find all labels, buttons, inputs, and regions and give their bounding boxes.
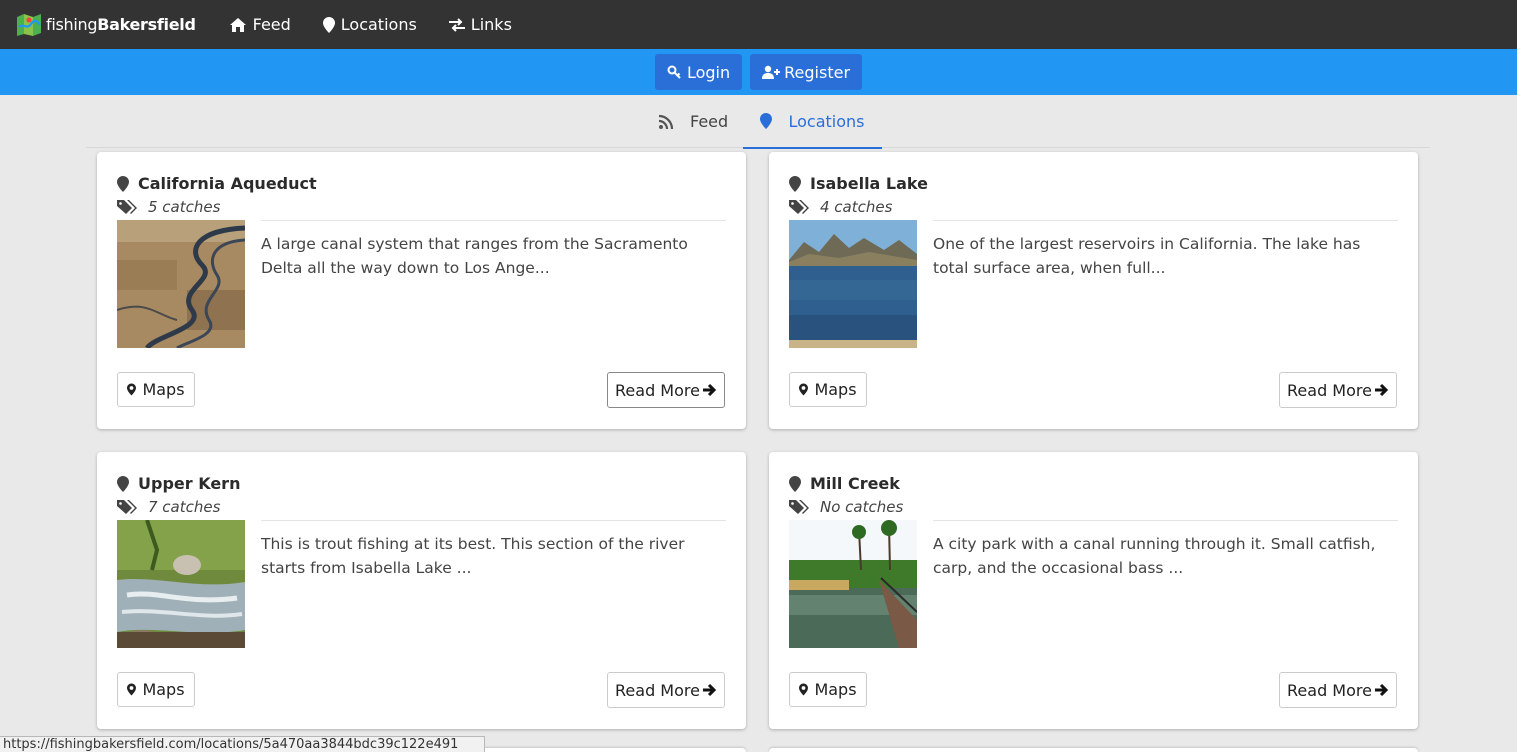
read-more-button[interactable]: Read More — [1279, 672, 1397, 708]
map-marker-icon — [789, 175, 801, 192]
location-title-text: Upper Kern — [138, 474, 241, 493]
map-marker-icon — [117, 175, 129, 192]
lake-photo — [789, 220, 917, 348]
card-divider — [933, 520, 1398, 521]
location-description: One of the largest reservoirs in Califor… — [933, 235, 1361, 277]
maps-button[interactable]: Maps — [117, 372, 195, 407]
catches-count: 7 catches — [117, 498, 220, 516]
location-thumbnail[interactable] — [789, 220, 917, 348]
map-marker-icon — [789, 475, 801, 492]
nav-links-label: Links — [470, 15, 512, 34]
location-title[interactable]: Mill Creek — [789, 474, 900, 493]
card-divider — [261, 520, 726, 521]
nav-locations-label: Locations — [340, 15, 417, 34]
next-card-edge — [769, 748, 1418, 752]
read-more-label: Read More — [1287, 380, 1372, 400]
map-marker-icon — [127, 383, 137, 396]
read-more-label: Read More — [615, 380, 700, 400]
tags-icon — [789, 500, 809, 514]
card-divider — [933, 220, 1398, 221]
read-more-label: Read More — [1287, 680, 1372, 700]
map-marker-icon — [799, 383, 809, 396]
tags-icon — [117, 500, 137, 514]
catches-text: 5 catches — [148, 198, 221, 216]
tab-locations[interactable]: Locations — [743, 95, 882, 149]
view-tabs: Feed Locations — [86, 95, 1430, 149]
maps-label: Maps — [142, 680, 185, 699]
top-navbar: fishing Bakersfield Feed Locations Links — [0, 0, 1517, 49]
map-marker-icon — [117, 475, 129, 492]
location-thumbnail[interactable] — [789, 520, 917, 648]
key-icon — [667, 65, 681, 79]
tab-locations-label: Locations — [788, 111, 865, 131]
location-description: A large canal system that ranges from th… — [261, 235, 688, 277]
maps-label: Maps — [814, 680, 857, 699]
auth-bar: Login Register — [0, 49, 1517, 95]
link-status-bar: https://fishingbakersfield.com/locations… — [0, 736, 485, 752]
maps-label: Maps — [142, 380, 185, 399]
arrow-right-icon — [1374, 683, 1389, 697]
tab-feed-label: Feed — [690, 112, 729, 131]
nav-locations[interactable]: Locations — [322, 15, 417, 34]
location-thumbnail[interactable] — [117, 520, 245, 648]
nav-feed-label: Feed — [252, 15, 291, 34]
tab-feed[interactable]: Feed — [658, 95, 728, 148]
location-card: Isabella Lake 4 catches One of the large… — [769, 152, 1418, 429]
register-label: Register — [784, 62, 851, 82]
location-card: Upper Kern 7 catches This is trout fishi… — [97, 452, 746, 729]
brand-prefix: fishing — [46, 15, 98, 34]
catches-count: No catches — [789, 498, 903, 516]
park-canal-photo — [789, 520, 917, 648]
location-title-text: Mill Creek — [810, 474, 900, 493]
catches-text: 7 catches — [148, 498, 221, 516]
location-description: This is trout fishing at its best. This … — [261, 535, 685, 577]
location-title[interactable]: California Aqueduct — [117, 174, 317, 193]
arrow-right-icon — [702, 683, 717, 697]
map-marker-icon — [322, 16, 335, 33]
arrow-right-icon — [1374, 383, 1389, 397]
brand-link[interactable]: fishing Bakersfield — [16, 13, 196, 37]
map-marker-icon — [799, 683, 809, 696]
exchange-icon — [448, 17, 465, 32]
map-marker-icon — [127, 683, 137, 696]
maps-button[interactable]: Maps — [789, 672, 867, 707]
location-card: Mill Creek No catches A city park with a… — [769, 452, 1418, 729]
nav-links[interactable]: Links — [448, 15, 512, 34]
login-button[interactable]: Login — [654, 54, 743, 90]
map-marker-icon — [760, 113, 773, 129]
catches-count: 5 catches — [117, 198, 220, 216]
aqueduct-aerial-photo — [117, 220, 245, 348]
read-more-label: Read More — [615, 680, 700, 700]
arrow-right-icon — [702, 383, 717, 397]
nav-feed[interactable]: Feed — [229, 15, 291, 34]
maps-button[interactable]: Maps — [117, 672, 195, 707]
catches-text: No catches — [820, 498, 904, 516]
folded-map-logo-icon — [17, 13, 41, 36]
location-title-text: Isabella Lake — [810, 174, 928, 193]
card-divider — [261, 220, 726, 221]
read-more-button[interactable]: Read More — [607, 672, 725, 708]
rss-icon — [658, 114, 674, 129]
brand-name: Bakersfield — [97, 15, 196, 34]
location-title-text: California Aqueduct — [138, 174, 317, 193]
location-title[interactable]: Isabella Lake — [789, 174, 928, 193]
read-more-button[interactable]: Read More — [1279, 372, 1397, 408]
catches-text: 4 catches — [820, 198, 893, 216]
river-photo — [117, 520, 245, 648]
tags-icon — [789, 200, 809, 214]
maps-label: Maps — [814, 380, 857, 399]
catches-count: 4 catches — [789, 198, 892, 216]
read-more-button[interactable]: Read More — [607, 372, 725, 408]
user-plus-icon — [762, 65, 781, 79]
maps-button[interactable]: Maps — [789, 372, 867, 407]
login-label: Login — [686, 62, 731, 82]
register-button[interactable]: Register — [750, 54, 863, 90]
tags-icon — [117, 200, 137, 214]
location-thumbnail[interactable] — [117, 220, 245, 348]
location-card: California Aqueduct 5 catches A large ca… — [97, 152, 746, 429]
location-title[interactable]: Upper Kern — [117, 474, 240, 493]
location-description: A city park with a canal running through… — [933, 535, 1376, 577]
home-icon — [229, 17, 246, 32]
